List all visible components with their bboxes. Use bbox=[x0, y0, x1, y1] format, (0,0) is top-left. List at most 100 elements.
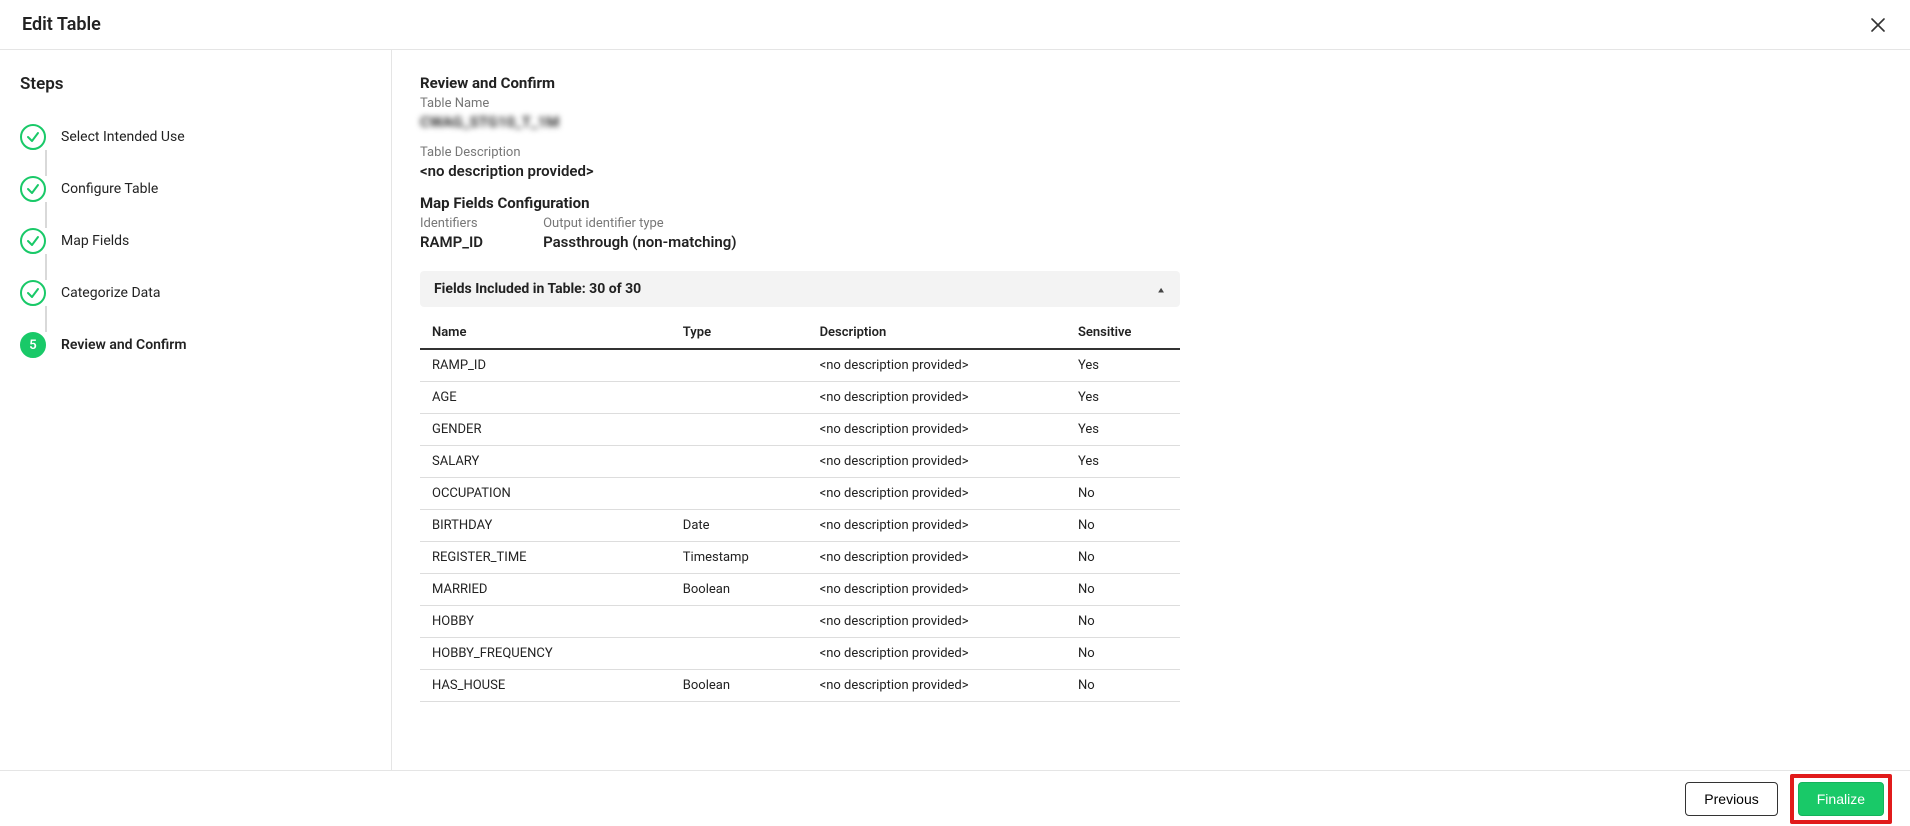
review-heading: Review and Confirm bbox=[420, 74, 1180, 92]
cell-type: Boolean bbox=[671, 670, 808, 702]
step-connector bbox=[45, 306, 47, 332]
cell-description: <no description provided> bbox=[808, 542, 1066, 574]
cell-name: RAMP_ID bbox=[420, 349, 671, 382]
step-5[interactable]: 5 Review and Confirm bbox=[20, 332, 371, 358]
table-desc-label: Table Description bbox=[420, 145, 1180, 160]
cell-sensitive: Yes bbox=[1066, 382, 1180, 414]
step-list: Select Intended Use Configure Table Map Fi… bbox=[20, 124, 371, 358]
step-label: Map Fields bbox=[61, 233, 129, 249]
cell-name: HAS_HOUSE bbox=[420, 670, 671, 702]
cell-type bbox=[671, 349, 808, 382]
table-desc-value: <no description provided> bbox=[420, 162, 1180, 180]
cell-description: <no description provided> bbox=[808, 638, 1066, 670]
cell-description: <no description provided> bbox=[808, 510, 1066, 542]
table-row: HOBBY_FREQUENCY <no description provided>… bbox=[420, 638, 1180, 670]
step-label: Configure Table bbox=[61, 181, 158, 197]
table-row: HOBBY <no description provided>No bbox=[420, 606, 1180, 638]
cell-sensitive: Yes bbox=[1066, 414, 1180, 446]
step-connector bbox=[45, 150, 47, 176]
step-connector bbox=[45, 202, 47, 228]
cell-sensitive: No bbox=[1066, 478, 1180, 510]
fields-accordion-header[interactable]: Fields Included in Table: 30 of 30 bbox=[420, 271, 1180, 307]
steps-sidebar: Steps Select Intended Use Configure Table… bbox=[0, 50, 392, 771]
cell-name: REGISTER_TIME bbox=[420, 542, 671, 574]
cell-name: SALARY bbox=[420, 446, 671, 478]
cell-description: <no description provided> bbox=[808, 446, 1066, 478]
cell-name: AGE bbox=[420, 382, 671, 414]
modal-header: Edit Table bbox=[0, 0, 1910, 50]
check-icon bbox=[20, 228, 46, 254]
cell-name: GENDER bbox=[420, 414, 671, 446]
col-name: Name bbox=[420, 317, 671, 349]
cell-sensitive: No bbox=[1066, 510, 1180, 542]
table-name-label: Table Name bbox=[420, 96, 1180, 111]
table-row: GENDER <no description provided>Yes bbox=[420, 414, 1180, 446]
identifiers-value: RAMP_ID bbox=[420, 233, 483, 251]
check-icon bbox=[20, 124, 46, 150]
step-2[interactable]: Configure Table bbox=[20, 176, 371, 202]
finalize-highlight: Finalize bbox=[1790, 774, 1892, 824]
cell-type bbox=[671, 606, 808, 638]
modal-title: Edit Table bbox=[22, 14, 101, 35]
cell-description: <no description provided> bbox=[808, 606, 1066, 638]
col-sensitive: Sensitive bbox=[1066, 317, 1180, 349]
cell-name: HOBBY bbox=[420, 606, 671, 638]
table-row: RAMP_ID<no description provided>Yes bbox=[420, 349, 1180, 382]
close-icon[interactable] bbox=[1868, 15, 1888, 35]
cell-type: Date bbox=[671, 510, 808, 542]
cell-description: <no description provided> bbox=[808, 478, 1066, 510]
wizard-footer: Previous Finalize bbox=[0, 770, 1910, 826]
step-connector bbox=[45, 254, 47, 280]
identifiers-label: Identifiers bbox=[420, 216, 483, 231]
cell-sensitive: Yes bbox=[1066, 349, 1180, 382]
cell-type bbox=[671, 382, 808, 414]
step-label: Review and Confirm bbox=[61, 337, 187, 353]
step-3[interactable]: Map Fields bbox=[20, 228, 371, 254]
step-label: Categorize Data bbox=[61, 285, 160, 301]
table-row: OCCUPATION <no description provided>No bbox=[420, 478, 1180, 510]
cell-type bbox=[671, 446, 808, 478]
cell-type bbox=[671, 414, 808, 446]
table-row: REGISTER_TIMETimestamp<no description pr… bbox=[420, 542, 1180, 574]
table-row: MARRIEDBoolean<no description provided>N… bbox=[420, 574, 1180, 606]
fields-included-label: Fields Included in Table: 30 of 30 bbox=[434, 281, 641, 297]
cell-description: <no description provided> bbox=[808, 574, 1066, 606]
step-number: 5 bbox=[20, 332, 46, 358]
previous-button[interactable]: Previous bbox=[1685, 782, 1777, 816]
map-fields-heading: Map Fields Configuration bbox=[420, 194, 1180, 212]
col-description: Description bbox=[808, 317, 1066, 349]
cell-description: <no description provided> bbox=[808, 414, 1066, 446]
chevron-up-icon bbox=[1156, 281, 1166, 297]
finalize-button[interactable]: Finalize bbox=[1798, 782, 1884, 816]
output-type-value: Passthrough (non-matching) bbox=[543, 233, 736, 251]
cell-type bbox=[671, 638, 808, 670]
cell-name: MARRIED bbox=[420, 574, 671, 606]
cell-sensitive: No bbox=[1066, 574, 1180, 606]
step-1[interactable]: Select Intended Use bbox=[20, 124, 371, 150]
cell-name: BIRTHDAY bbox=[420, 510, 671, 542]
cell-name: OCCUPATION bbox=[420, 478, 671, 510]
cell-sensitive: No bbox=[1066, 638, 1180, 670]
cell-type: Timestamp bbox=[671, 542, 808, 574]
output-type-label: Output identifier type bbox=[543, 216, 736, 231]
cell-name: HOBBY_FREQUENCY bbox=[420, 638, 671, 670]
cell-sensitive: No bbox=[1066, 670, 1180, 702]
check-icon bbox=[20, 280, 46, 306]
table-name-value: CWAG_STG10_T_1M bbox=[420, 113, 1180, 131]
cell-description: <no description provided> bbox=[808, 382, 1066, 414]
cell-sensitive: No bbox=[1066, 606, 1180, 638]
table-row: HAS_HOUSEBoolean<no description provided… bbox=[420, 670, 1180, 702]
cell-type bbox=[671, 478, 808, 510]
fields-table: Name Type Description Sensitive RAMP_ID<… bbox=[420, 317, 1180, 702]
cell-type: Boolean bbox=[671, 574, 808, 606]
check-icon bbox=[20, 176, 46, 202]
review-panel: Review and Confirm Table Name CWAG_STG10… bbox=[392, 50, 1910, 771]
table-row: BIRTHDAYDate<no description provided>No bbox=[420, 510, 1180, 542]
cell-sensitive: No bbox=[1066, 542, 1180, 574]
table-row: SALARY <no description provided>Yes bbox=[420, 446, 1180, 478]
col-type: Type bbox=[671, 317, 808, 349]
step-4[interactable]: Categorize Data bbox=[20, 280, 371, 306]
table-row: AGE <no description provided>Yes bbox=[420, 382, 1180, 414]
steps-heading: Steps bbox=[20, 74, 371, 94]
cell-sensitive: Yes bbox=[1066, 446, 1180, 478]
